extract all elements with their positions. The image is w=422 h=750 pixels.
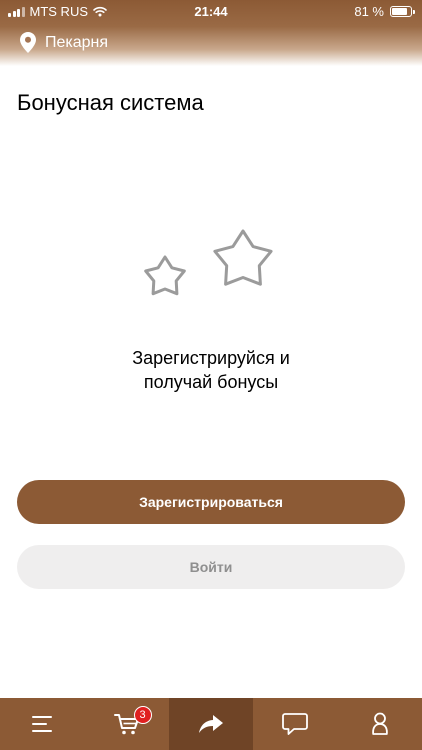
register-button[interactable]: Зарегистрироваться (17, 480, 405, 524)
login-button[interactable]: Войти (17, 545, 405, 589)
tab-menu[interactable] (0, 698, 84, 750)
tab-chat[interactable] (253, 698, 337, 750)
bottom-tab-bar: 3 (0, 698, 422, 750)
page-title: Бонусная система (17, 90, 204, 115)
status-right: 81 % (354, 4, 415, 19)
tab-profile[interactable] (338, 698, 422, 750)
tab-share[interactable] (168, 698, 254, 750)
status-bar: MTS RUS 21:44 81 % (0, 0, 422, 22)
promo-text: Зарегистрируйся и получай бонусы (0, 346, 422, 394)
profile-icon (372, 712, 388, 735)
header-bar: MTS RUS 21:44 81 % Пекарня (0, 0, 422, 66)
stars-icon (144, 229, 273, 296)
location-selector[interactable]: Пекарня (20, 32, 108, 53)
location-pin-icon (20, 32, 36, 53)
promo-line-2: получай бонусы (143, 372, 279, 392)
cart-badge: 3 (133, 706, 152, 724)
chat-icon (282, 713, 309, 735)
location-label: Пекарня (45, 33, 109, 51)
battery-icon (390, 6, 415, 17)
battery-percent: 81 % (354, 4, 384, 19)
promo-line-1: Зарегистрируйся и (132, 348, 290, 368)
share-arrow-icon (199, 715, 224, 733)
menu-icon (32, 716, 53, 732)
tab-cart[interactable]: 3 (84, 698, 168, 750)
